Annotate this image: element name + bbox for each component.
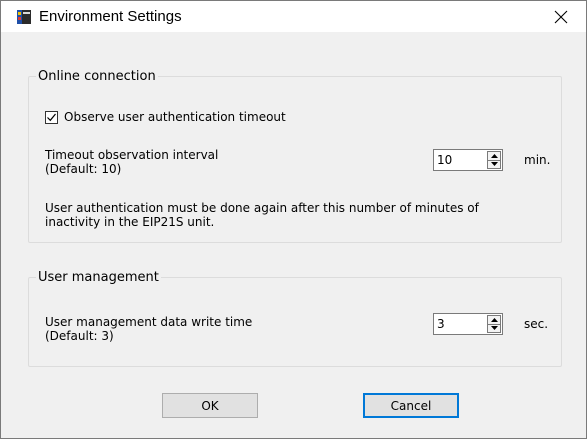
close-icon [554, 10, 568, 23]
authentication-note-line-1: User authentication must be done again a… [45, 201, 479, 215]
interval-default-text: (Default: 10) [45, 162, 122, 176]
interval-spinbox[interactable] [433, 149, 503, 171]
online-connection-legend: Online connection [36, 69, 158, 84]
title-bar: Environment Settings [1, 1, 586, 32]
interval-unit: min. [524, 153, 551, 167]
interval-decrement-button[interactable] [487, 160, 501, 169]
interval-spin-buttons [487, 151, 501, 169]
write-time-increment-button[interactable] [487, 315, 501, 325]
write-time-unit: sec. [524, 317, 549, 331]
write-time-spinbox[interactable] [433, 313, 503, 335]
interval-label: Timeout observation interval [45, 148, 219, 162]
cancel-button[interactable]: Cancel [363, 393, 459, 418]
settings-app-icon [17, 10, 31, 24]
window-title: Environment Settings [39, 8, 182, 25]
observe-timeout-row[interactable]: Observe user authentication timeout [45, 110, 286, 124]
ok-button[interactable]: OK [162, 393, 258, 418]
observe-timeout-checkbox[interactable] [45, 110, 58, 124]
triangle-down-icon [490, 326, 498, 331]
user-management-legend: User management [36, 270, 161, 285]
write-time-default-text: (Default: 3) [45, 329, 114, 343]
close-button[interactable] [544, 1, 578, 32]
triangle-down-icon [490, 162, 498, 167]
interval-increment-button[interactable] [487, 151, 501, 161]
write-time-spin-buttons [487, 315, 501, 333]
interval-input[interactable] [437, 153, 485, 167]
write-time-input[interactable] [437, 317, 485, 331]
write-time-decrement-button[interactable] [487, 324, 501, 333]
triangle-up-icon [490, 153, 498, 158]
checkmark-icon [47, 113, 56, 121]
authentication-note-line-2: inactivity in the EIP21S unit. [45, 215, 215, 229]
write-time-label: User management data write time [45, 315, 253, 329]
observe-timeout-label: Observe user authentication timeout [64, 110, 286, 124]
triangle-up-icon [490, 317, 498, 322]
environment-settings-dialog: Environment Settings Online connection O… [0, 0, 587, 439]
